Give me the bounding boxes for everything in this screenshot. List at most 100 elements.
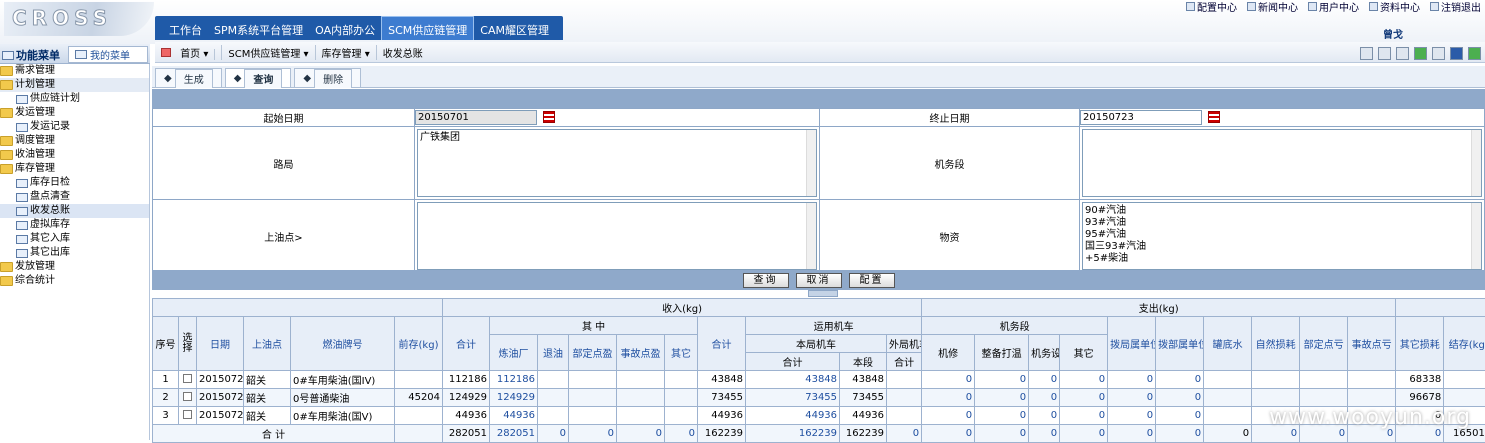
header-tank-water[interactable]: 罐底水 [1204, 317, 1252, 371]
tab-cam[interactable]: CAM耀区管理 [474, 16, 555, 40]
tab-scm[interactable]: SCM供应链管理 [381, 16, 474, 40]
start-date-input[interactable]: 20150701 [415, 110, 537, 125]
tab-spm[interactable]: SPM系统平台管理 [208, 16, 309, 40]
header-fixed-loss[interactable]: 部定点亏 [1300, 317, 1348, 371]
header-dispatch-bureau[interactable]: 拨局属单位 [1108, 317, 1156, 371]
sidebar-item-virtual-stock[interactable]: 虚拟库存 [0, 218, 149, 232]
sidebar-item-other-out[interactable]: 其它出库 [0, 246, 149, 260]
fuel-point-select[interactable] [417, 202, 817, 270]
cancel-button[interactable]: 取消 [796, 273, 842, 288]
top-link-logout[interactable]: 注销退出 [1430, 0, 1481, 12]
header-dispatch-dept[interactable]: 拨部属单位 [1156, 317, 1204, 371]
header-balance[interactable]: 结存(kg) [1444, 317, 1485, 371]
material-option[interactable]: 93#汽油 [1085, 217, 1479, 229]
end-date-input[interactable]: 20150723 [1080, 110, 1202, 125]
folder-icon [0, 66, 13, 76]
header-other[interactable]: 其它 [665, 335, 698, 371]
sidebar-item-supply-plan[interactable]: 供应链计划 [0, 92, 149, 106]
mail-icon[interactable] [1432, 47, 1445, 60]
header-income-total[interactable]: 合计 [443, 317, 490, 371]
sidebar-item-demand[interactable]: 需求管理 [0, 64, 149, 78]
top-link-news[interactable]: 新闻中心 [1247, 0, 1298, 12]
header-expense: 支出(kg) [922, 299, 1396, 317]
table-row[interactable]: 2 20150721 韶关 0号普通柴油 45204 124929 124929… [153, 389, 1485, 407]
bureau-select[interactable]: 广铁集团 [417, 129, 817, 197]
sidebar-tree: 需求管理 计划管理 供应链计划 发运管理 发运记录 调度管理 收油管理 库存管理… [0, 64, 150, 440]
calendar-icon[interactable] [543, 111, 555, 123]
sidebar-item-shipping-record[interactable]: 发运记录 [0, 120, 149, 134]
material-option[interactable]: 90#汽油 [1085, 205, 1479, 217]
home-icon [161, 48, 171, 57]
row-checkbox[interactable] [183, 410, 192, 419]
depot-label: 机务段 [819, 127, 1079, 200]
sidebar-item-dispatch[interactable]: 调度管理 [0, 134, 149, 148]
top-link-config[interactable]: 配置中心 [1186, 0, 1237, 12]
header-return[interactable]: 退油 [538, 335, 569, 371]
header-accident-surplus[interactable]: 事故点盈 [617, 335, 665, 371]
fuel-point-cell [414, 200, 819, 273]
sidebar-item-stocktake[interactable]: 盘点清查 [0, 190, 149, 204]
tab-function-menu[interactable]: 功能菜单 [2, 47, 60, 63]
material-option[interactable]: +5#柴油 [1085, 253, 1479, 265]
header-accident-loss[interactable]: 事故点亏 [1348, 317, 1396, 371]
sidebar-item-inventory[interactable]: 库存管理 [0, 162, 149, 176]
table-row[interactable]: 1 20150721 韶关 0#车用柴油(国IV) 112186 112186 … [153, 371, 1485, 389]
breadcrumb-home[interactable]: 首页 ▾ [155, 45, 222, 60]
tab-query[interactable]: ◆查询 [225, 68, 292, 87]
breadcrumb-scm[interactable]: SCM供应链管理 ▾ [222, 45, 315, 60]
header-refinery[interactable]: 炼油厂 [490, 335, 538, 371]
top-link-user[interactable]: 用户中心 [1308, 0, 1359, 12]
user-icon [1308, 2, 1317, 11]
scrollbar[interactable] [1471, 130, 1481, 196]
tab-delete[interactable]: ◆删除 [294, 68, 361, 87]
tab-workbench[interactable]: 工作台 [163, 16, 208, 40]
header-local-loco: 本局机车 [746, 335, 887, 353]
header-expense-total[interactable]: 合计 [698, 317, 746, 371]
toolbar-icons [1360, 47, 1481, 60]
preview-icon[interactable] [1378, 47, 1391, 60]
tab-oa[interactable]: OA内部办公 [309, 16, 381, 40]
sidebar-item-shipping[interactable]: 发运管理 [0, 106, 149, 120]
header-other-loss[interactable]: 其它损耗 [1396, 317, 1444, 371]
folder-icon [0, 136, 13, 146]
print-icon[interactable] [1396, 47, 1409, 60]
word-icon[interactable] [1450, 47, 1463, 60]
sidebar-item-other-in[interactable]: 其它入库 [0, 232, 149, 246]
sidebar-item-distribution[interactable]: 发放管理 [0, 260, 149, 274]
row-checkbox[interactable] [183, 374, 192, 383]
breadcrumb-inventory[interactable]: 库存管理 ▾ [316, 45, 377, 60]
sidebar-item-daily-check[interactable]: 库存日检 [0, 176, 149, 190]
depot-select[interactable] [1082, 129, 1482, 197]
header-equipment: 机务设备 [1029, 335, 1060, 371]
sidebar-item-ledger[interactable]: 收发总账 [0, 204, 149, 218]
scrollbar[interactable] [806, 130, 816, 196]
header-among: 其 中 [490, 317, 698, 335]
sidebar-item-plan[interactable]: 计划管理 [0, 78, 149, 92]
row-checkbox[interactable] [183, 392, 192, 401]
scrollbar[interactable] [1471, 203, 1481, 269]
header-fuel-grade[interactable]: 燃油牌号 [291, 317, 395, 371]
config-button[interactable]: 配置 [849, 273, 895, 288]
top-link-docs[interactable]: 资料中心 [1369, 0, 1420, 12]
collapse-handle[interactable] [808, 290, 838, 297]
header-select: 选择 [179, 317, 197, 371]
sidebar-item-oil-receipt[interactable]: 收油管理 [0, 148, 149, 162]
query-button[interactable]: 查询 [743, 273, 789, 288]
material-select[interactable]: 90#汽油 93#汽油 95#汽油 国三93#汽油 +5#柴油 [1082, 202, 1482, 270]
header-prev-stock[interactable]: 前存(kg) [395, 317, 443, 371]
material-option[interactable]: 国三93#汽油 [1085, 241, 1479, 253]
material-option[interactable]: 95#汽油 [1085, 229, 1479, 241]
header-surplus[interactable]: 部定点盈 [569, 335, 617, 371]
tab-my-menu[interactable]: 我的菜单 [68, 46, 148, 63]
sidebar-item-statistics[interactable]: 综合统计 [0, 274, 149, 288]
scrollbar[interactable] [806, 203, 816, 269]
page-icon [16, 123, 28, 132]
calendar-icon[interactable] [1208, 111, 1220, 123]
header-natural-loss[interactable]: 自然损耗 [1252, 317, 1300, 371]
excel-icon[interactable] [1468, 47, 1481, 60]
tab-generate[interactable]: ◆生成 [155, 68, 222, 87]
header-fuel-point[interactable]: 上油点 [244, 317, 291, 371]
export-icon[interactable] [1414, 47, 1427, 60]
header-date[interactable]: 日期 [197, 317, 244, 371]
settings-icon[interactable] [1360, 47, 1373, 60]
